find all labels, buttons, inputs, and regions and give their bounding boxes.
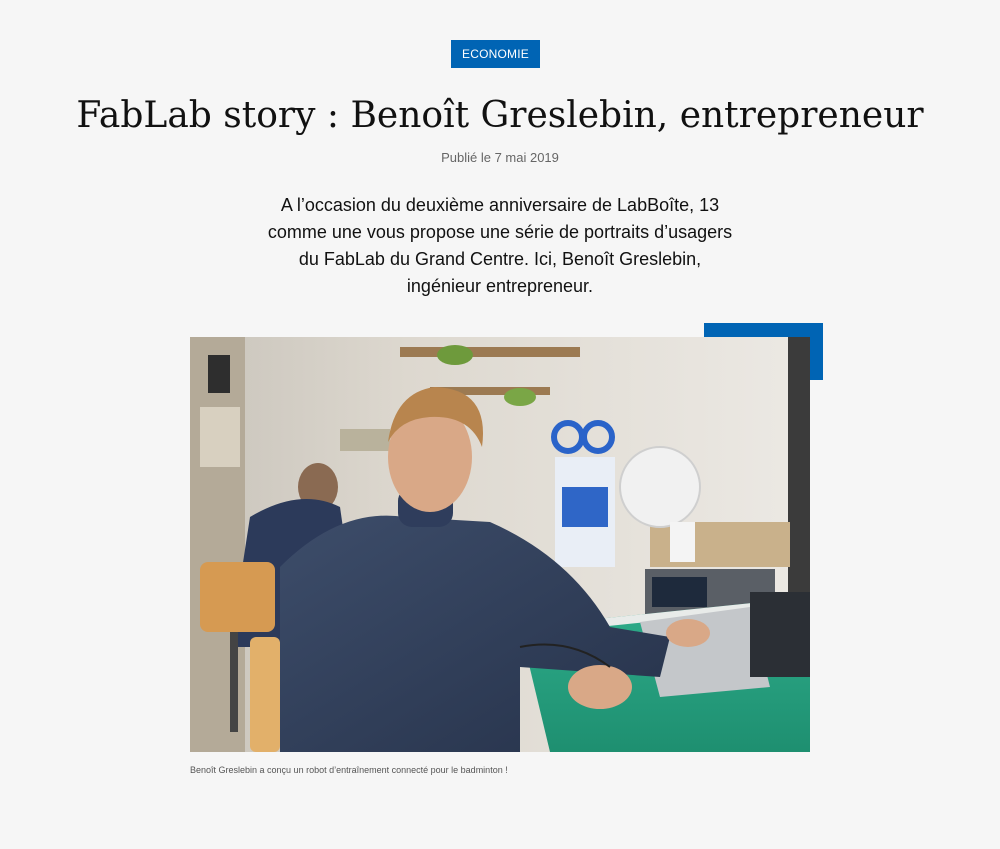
article-lead: A l’occasion du deuxième anniversaire de… [267,195,733,296]
publish-date: Publié le 7 mai 2019 [441,150,559,165]
category-badge[interactable]: ECONOMIE [451,40,540,68]
article-title: FabLab story : Benoît Greslebin, entrepr… [76,95,924,136]
image-caption: Benoît Greslebin a conçu un robot d’entr… [190,765,508,775]
article-photo [190,337,810,752]
